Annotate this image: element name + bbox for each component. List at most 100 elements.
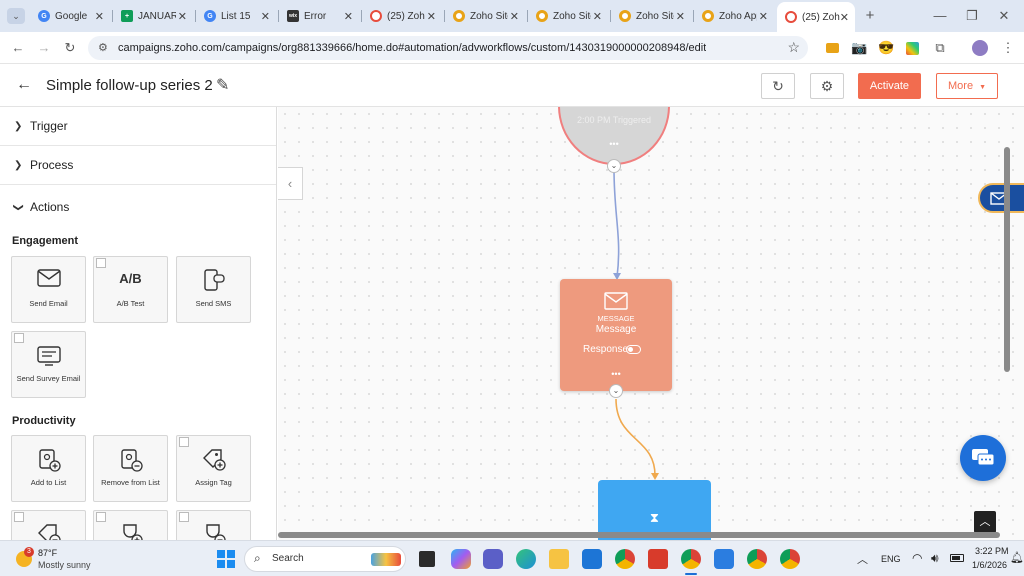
vertical-scrollbar[interactable]	[1004, 147, 1010, 372]
expand-node-icon[interactable]: ⌄	[609, 384, 623, 398]
chat-support-button[interactable]	[960, 435, 1006, 481]
close-window-icon[interactable]: ✕	[996, 8, 1012, 24]
close-tab-icon[interactable]: ✕	[261, 10, 270, 23]
clock-time[interactable]: 3:22 PM	[975, 546, 1009, 556]
tab-search-chevron-icon[interactable]: ⌄	[7, 8, 25, 24]
language-indicator[interactable]: ENG	[881, 554, 901, 564]
refresh-button[interactable]: ↻	[761, 73, 795, 99]
close-tab-icon[interactable]: ✕	[427, 10, 436, 23]
expand-node-icon[interactable]: ⌄	[607, 159, 621, 173]
browser-menu-icon[interactable]: ⋮	[1000, 40, 1016, 56]
bookmark-star-icon[interactable]: ☆	[787, 39, 800, 56]
chrome-profile-icon[interactable]	[780, 549, 800, 569]
action-card[interactable]	[176, 510, 251, 540]
volume-icon[interactable]: 🔊︎	[931, 551, 939, 566]
action-card[interactable]	[93, 510, 168, 540]
browser-tab[interactable]: (25) Zoho ✕	[362, 4, 442, 28]
weather-widget[interactable]: 3 87°F Mostly sunny	[12, 545, 132, 573]
more-dots-icon[interactable]: •••	[560, 369, 672, 379]
new-tab-icon[interactable]: +	[862, 8, 878, 24]
extension-icon[interactable]	[826, 43, 839, 53]
send-survey-email-card[interactable]: Send Survey Email	[11, 331, 86, 398]
search-icon: ⌕	[254, 551, 261, 565]
chrome-profile-icon[interactable]	[747, 549, 767, 569]
settings-button[interactable]: ⚙	[810, 73, 844, 99]
workflow-canvas[interactable]: ‹ 2:00 PM Triggered ••• ⌄ MESSAGE Messag…	[278, 107, 1024, 540]
minimize-window-icon[interactable]: —	[932, 8, 948, 24]
back-arrow-icon[interactable]: ←	[16, 76, 32, 94]
chevron-right-icon: ❯	[14, 159, 23, 171]
chrome-icon[interactable]	[615, 549, 635, 569]
reload-icon[interactable]: ↻	[62, 40, 78, 56]
profile-avatar-icon[interactable]	[972, 40, 988, 56]
back-icon[interactable]: ←	[10, 40, 26, 56]
copilot-icon[interactable]	[451, 549, 471, 569]
forward-icon[interactable]: →	[36, 40, 52, 56]
snipping-tool-icon[interactable]	[714, 549, 734, 569]
clock-date[interactable]: 1/6/2026	[972, 560, 1007, 570]
browser-tab-active[interactable]: (25) Zoho ✕	[777, 2, 855, 32]
file-explorer-icon[interactable]	[549, 549, 569, 569]
close-tab-icon[interactable]: ✕	[676, 10, 685, 23]
store-icon[interactable]	[582, 549, 602, 569]
action-card[interactable]	[11, 510, 86, 540]
restore-window-icon[interactable]: ❐	[964, 8, 980, 24]
zoho-favicon-icon	[453, 10, 465, 22]
site-settings-icon[interactable]: ⚙	[98, 41, 108, 54]
browser-tab[interactable]: G List 15 ✕	[196, 4, 276, 28]
show-hidden-icons[interactable]: ︿	[857, 551, 868, 567]
extensions-puzzle-icon[interactable]: ⧉	[932, 40, 948, 56]
process-accordion[interactable]: ❯ Process	[0, 146, 276, 185]
browser-tab[interactable]: Zoho Sites ✕	[611, 4, 691, 28]
address-bar[interactable]: ⚙ campaigns.zoho.com/campaigns/org881339…	[88, 36, 808, 60]
browser-tab[interactable]: + JANUARY ✕	[113, 4, 193, 28]
close-tab-icon[interactable]: ✕	[840, 11, 849, 24]
remove-from-list-card[interactable]: Remove from List	[93, 435, 168, 502]
wait-node[interactable]: ⧗	[598, 480, 711, 540]
browser-tab[interactable]: wix Error ✕	[279, 4, 359, 28]
ab-test-card[interactable]: A/B A/B Test	[93, 256, 168, 323]
actions-accordion[interactable]: ❯ Actions	[0, 185, 276, 229]
browser-tab[interactable]: Zoho Sites ✕	[445, 4, 525, 28]
pdf-icon[interactable]	[648, 549, 668, 569]
scroll-to-top-button[interactable]: ︿	[974, 511, 996, 533]
message-name-label: Message	[595, 324, 637, 335]
notification-bell-icon[interactable]: 🔔︎	[1010, 551, 1024, 564]
send-email-card[interactable]: Send Email	[11, 256, 86, 323]
chrome-active-icon[interactable]	[681, 549, 701, 569]
zoho-campaigns-favicon-icon	[785, 11, 797, 23]
message-node[interactable]: MESSAGE Message Response •••	[560, 279, 672, 391]
more-dots-icon[interactable]: •••	[560, 139, 668, 149]
send-sms-card[interactable]: Send SMS	[176, 256, 251, 323]
camera-icon[interactable]: 📷	[851, 40, 867, 56]
taskbar-search[interactable]: ⌕ Search	[244, 546, 406, 572]
horizontal-scrollbar[interactable]	[278, 532, 1000, 538]
teams-icon[interactable]	[483, 549, 503, 569]
google-favicon-icon: G	[204, 10, 216, 22]
activate-button[interactable]: Activate	[858, 73, 921, 99]
assign-tag-card[interactable]: Assign Tag	[176, 435, 251, 502]
windows-start-icon[interactable]	[217, 550, 235, 568]
trigger-accordion[interactable]: ❯ Trigger	[0, 107, 276, 146]
browser-tab[interactable]: Zoho Sites ✕	[528, 4, 608, 28]
close-tab-icon[interactable]: ✕	[510, 10, 519, 23]
more-button[interactable]: More ▼	[936, 73, 998, 99]
close-tab-icon[interactable]: ✕	[178, 10, 187, 23]
close-tab-icon[interactable]: ✕	[95, 10, 104, 23]
add-to-list-card[interactable]: Add to List	[11, 435, 86, 502]
browser-tab[interactable]: G Google ✕	[30, 4, 110, 28]
close-tab-icon[interactable]: ✕	[593, 10, 602, 23]
close-tab-icon[interactable]: ✕	[759, 10, 768, 23]
floating-email-widget[interactable]	[978, 183, 1024, 213]
close-tab-icon[interactable]: ✕	[344, 10, 353, 23]
edge-icon[interactable]	[516, 549, 536, 569]
chat-icon	[972, 449, 995, 466]
wifi-icon[interactable]: ◠	[912, 551, 922, 565]
task-view-icon[interactable]	[419, 551, 435, 567]
battery-icon[interactable]	[950, 554, 964, 562]
emoji-extension-icon[interactable]: 😎	[878, 40, 894, 56]
edit-title-pencil-icon[interactable]: ✎	[216, 75, 229, 95]
response-toggle[interactable]	[626, 345, 641, 354]
browser-tab[interactable]: Zoho Apps ✕	[694, 4, 774, 28]
color-extension-icon[interactable]	[906, 42, 919, 55]
